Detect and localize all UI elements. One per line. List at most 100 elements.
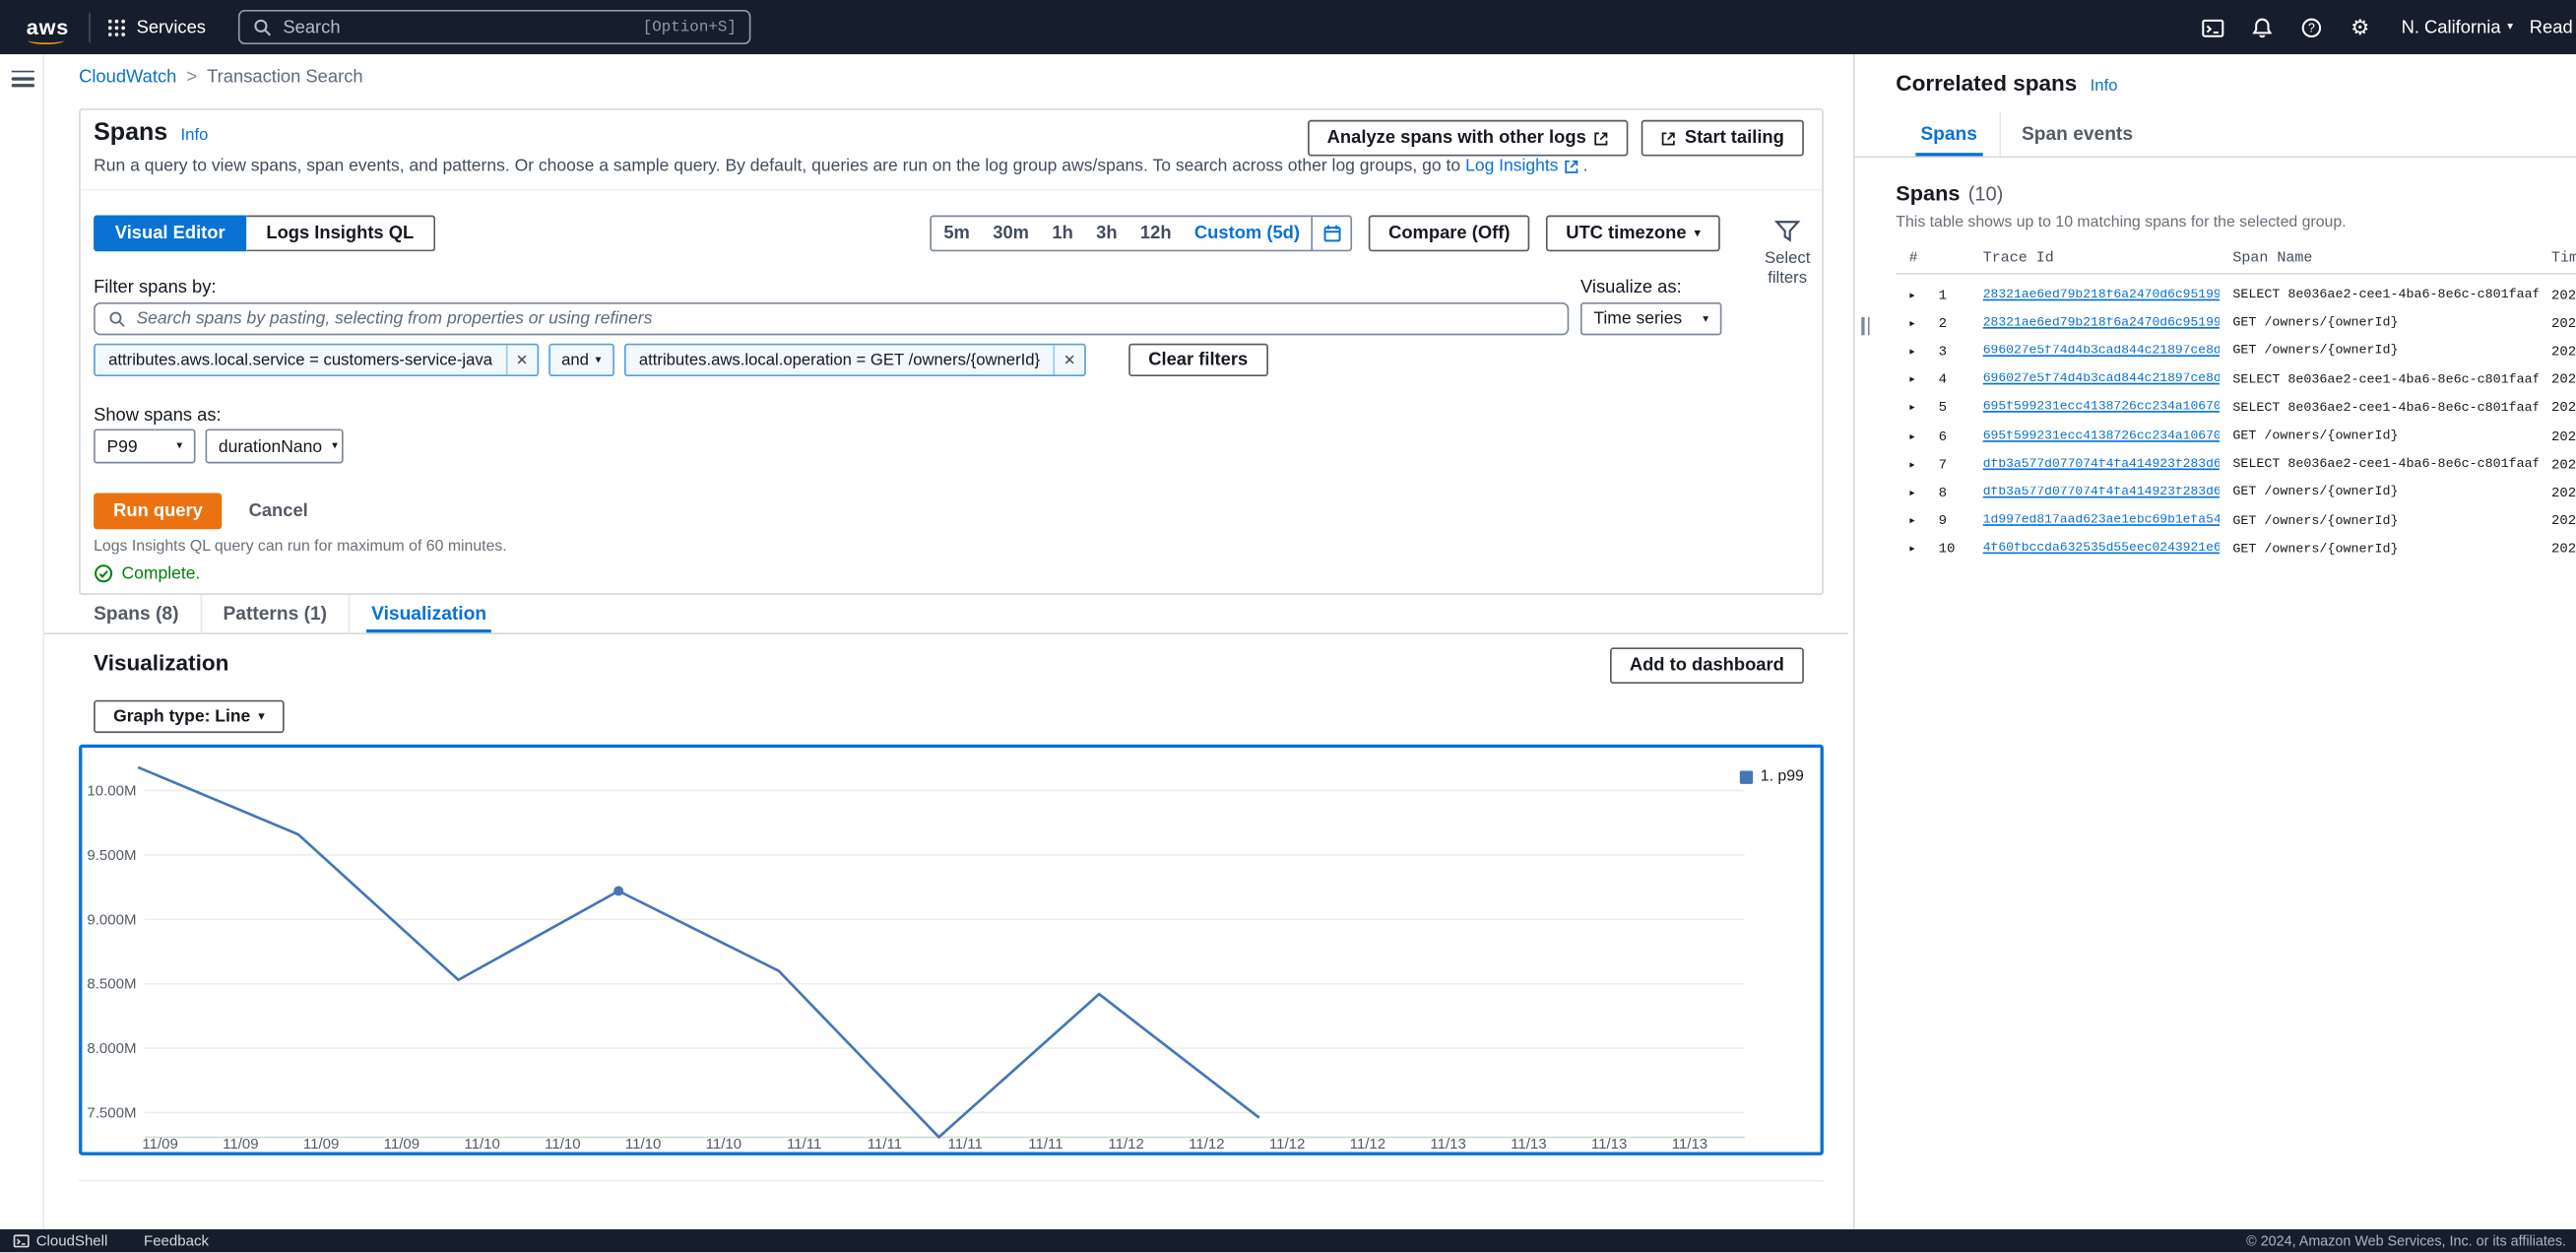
svg-text:11/12: 11/12 <box>1108 1136 1143 1152</box>
footer-cloudshell-button[interactable]: CloudShell <box>13 1233 107 1250</box>
remove-filter-icon[interactable]: ✕ <box>1055 351 1084 368</box>
expand-row-icon[interactable]: ▸ <box>1896 485 1928 501</box>
log-insights-link[interactable]: Log Insights <box>1465 156 1558 175</box>
percentile-dropdown[interactable]: P99 ▾ <box>94 429 195 463</box>
select-filters-button[interactable]: Select filters <box>1751 219 1823 288</box>
account-menu[interactable]: Read <box>2530 18 2573 37</box>
remove-filter-icon[interactable]: ✕ <box>507 351 537 368</box>
correlated-table-title: Spans <box>1896 181 1960 206</box>
services-menu[interactable]: Services <box>107 18 206 37</box>
expand-row-icon[interactable]: ▸ <box>1896 456 1928 473</box>
correlated-tab-span-events[interactable]: Span events <box>1999 111 2155 156</box>
trace-id-link[interactable]: 1d997ed817aad623ae1ebc69b1efa54e <box>1969 514 2220 527</box>
correlated-tab-spans[interactable]: Spans <box>1900 111 1999 156</box>
calendar-icon-button[interactable] <box>1312 217 1351 249</box>
analyze-spans-button[interactable]: Analyze spans with other logs <box>1308 120 1630 157</box>
start-tailing-button[interactable]: Start tailing <box>1642 120 1804 157</box>
span-name: GET /owners/{ownerId} <box>2220 316 2539 331</box>
runtime-note: Logs Insights QL query can run for maxim… <box>94 538 507 556</box>
svg-text:11/12: 11/12 <box>1269 1136 1305 1152</box>
breadcrumb-cloudwatch-link[interactable]: CloudWatch <box>79 67 176 87</box>
cloudshell-icon[interactable] <box>2188 0 2237 54</box>
tab-visual-editor[interactable]: Visual Editor <box>94 216 246 252</box>
spans-info-link[interactable]: Info <box>181 126 209 144</box>
add-to-dashboard-button[interactable]: Add to dashboard <box>1610 647 1804 684</box>
cancel-button[interactable]: Cancel <box>235 494 321 530</box>
span-time: 2024 <box>2539 485 2576 501</box>
check-circle-icon <box>94 563 113 583</box>
global-search-input[interactable]: Search [Option+S] <box>238 10 751 44</box>
trace-id-link[interactable]: 695f599231ecc4138726cc234a10670b <box>1969 429 2220 442</box>
span-time: 2024 <box>2539 371 2576 388</box>
help-icon[interactable]: ? <box>2286 0 2336 54</box>
line-chart[interactable]: 10.00M9.500M9.000M8.500M8.000M7.500M11/0… <box>79 745 1824 1155</box>
svg-text:11/12: 11/12 <box>1350 1136 1385 1152</box>
results-tab-patterns-1[interactable]: Patterns (1) <box>200 595 349 632</box>
trace-id-link[interactable]: 695f599231ecc4138726cc234a10670b <box>1969 402 2220 415</box>
trace-id-link[interactable]: 4f60fbccda632535d55eec0243921e6b <box>1969 543 2220 556</box>
chevron-down-icon: ▾ <box>1703 313 1708 325</box>
span-time: 2024 <box>2539 344 2576 361</box>
trace-id-link[interactable]: 28321ae6ed79b218f6a2470d6c95199f <box>1969 317 2220 330</box>
time-range-5m[interactable]: 5m <box>933 217 982 249</box>
filter-spans-label: Filter spans by: <box>94 278 216 297</box>
timezone-dropdown[interactable]: UTC timezone ▾ <box>1546 216 1720 252</box>
row-number: 2 <box>1929 315 1970 332</box>
search-placeholder: Search <box>283 18 632 37</box>
trace-id-link[interactable]: dfb3a577d077074f4fa414923f283d64 <box>1969 487 2220 499</box>
expand-row-icon[interactable]: ▸ <box>1896 400 1928 417</box>
time-range-3h[interactable]: 3h <box>1084 217 1128 249</box>
footer-feedback-button[interactable]: Feedback <box>144 1233 209 1250</box>
legend-label: 1. p99 <box>1761 767 1804 785</box>
breadcrumb: CloudWatch > Transaction Search <box>79 67 363 87</box>
time-range-30m[interactable]: 30m <box>982 217 1041 249</box>
span-name: GET /owners/{ownerId} <box>2220 542 2539 557</box>
svg-text:11/12: 11/12 <box>1189 1136 1224 1152</box>
results-tab-spans-8[interactable]: Spans (8) <box>72 595 200 632</box>
results-tab-visualization[interactable]: Visualization <box>349 595 508 632</box>
expand-row-icon[interactable]: ▸ <box>1896 541 1928 558</box>
expand-row-icon[interactable]: ▸ <box>1896 315 1928 332</box>
filter-operator-dropdown[interactable]: and ▾ <box>548 344 614 376</box>
graph-type-dropdown[interactable]: Graph type: Line ▾ <box>94 700 284 733</box>
spans-description: Run a query to view spans, span events, … <box>94 156 1587 175</box>
span-name: SELECT 8e036ae2-cee1-4ba6-8e6c-c801faaf6… <box>2220 288 2539 302</box>
tabs-divider <box>44 632 1848 634</box>
trace-id-link[interactable]: 696027e5f74d4b3cad844c21897ce8d7 <box>1969 345 2220 358</box>
clear-filters-button[interactable]: Clear filters <box>1128 344 1267 376</box>
trace-id-link[interactable]: 28321ae6ed79b218f6a2470d6c95199f <box>1969 289 2220 301</box>
span-time: 2024 <box>2539 400 2576 417</box>
time-range-12h[interactable]: 12h <box>1128 217 1183 249</box>
row-number: 3 <box>1929 344 1970 361</box>
settings-gear-icon[interactable]: ⚙ <box>2336 0 2385 54</box>
nav-divider <box>89 13 91 42</box>
svg-text:11/13: 11/13 <box>1430 1136 1465 1152</box>
tab-logs-insights-ql[interactable]: Logs Insights QL <box>246 216 435 252</box>
span-filter-search-input[interactable]: Search spans by pasting, selecting from … <box>94 302 1569 335</box>
expand-row-icon[interactable]: ▸ <box>1896 287 1928 303</box>
panel-resize-handle[interactable] <box>1861 317 1870 335</box>
expand-row-icon[interactable]: ▸ <box>1896 344 1928 361</box>
expand-row-icon[interactable]: ▸ <box>1896 429 1928 445</box>
span-name: SELECT 8e036ae2-cee1-4ba6-8e6c-c801faaf6… <box>2220 372 2539 387</box>
chart-legend[interactable]: 1. p99 <box>1739 767 1804 785</box>
compare-button[interactable]: Compare (Off) <box>1369 216 1529 252</box>
span-table-row: ▸5695f599231ecc4138726cc234a10670bSELECT… <box>1896 394 2576 423</box>
run-query-button[interactable]: Run query <box>94 494 223 530</box>
notifications-bell-icon[interactable] <box>2237 0 2286 54</box>
aws-logo[interactable]: aws <box>27 15 70 39</box>
span-time: 2024 <box>2539 429 2576 445</box>
trace-id-link[interactable]: dfb3a577d077074f4fa414923f283d64 <box>1969 458 2220 471</box>
metric-dropdown[interactable]: durationNano ▾ <box>206 429 344 463</box>
visualize-as-dropdown[interactable]: Time series ▾ <box>1580 302 1721 335</box>
time-range-1h[interactable]: 1h <box>1041 217 1085 249</box>
expand-row-icon[interactable]: ▸ <box>1896 513 1928 530</box>
region-selector[interactable]: N. California ▾ <box>2402 18 2514 37</box>
correlated-spans-title: Correlated spans <box>1896 71 2077 96</box>
expand-row-icon[interactable]: ▸ <box>1896 371 1928 388</box>
custom-time-range-button[interactable]: Custom (5d) <box>1183 217 1311 249</box>
correlated-info-link[interactable]: Info <box>2091 77 2118 95</box>
hamburger-menu-icon[interactable] <box>12 66 34 92</box>
trace-id-link[interactable]: 696027e5f74d4b3cad844c21897ce8d7 <box>1969 373 2220 386</box>
chart-plot-area: 10.00M9.500M9.000M8.500M8.000M7.500M11/0… <box>82 748 1820 1152</box>
